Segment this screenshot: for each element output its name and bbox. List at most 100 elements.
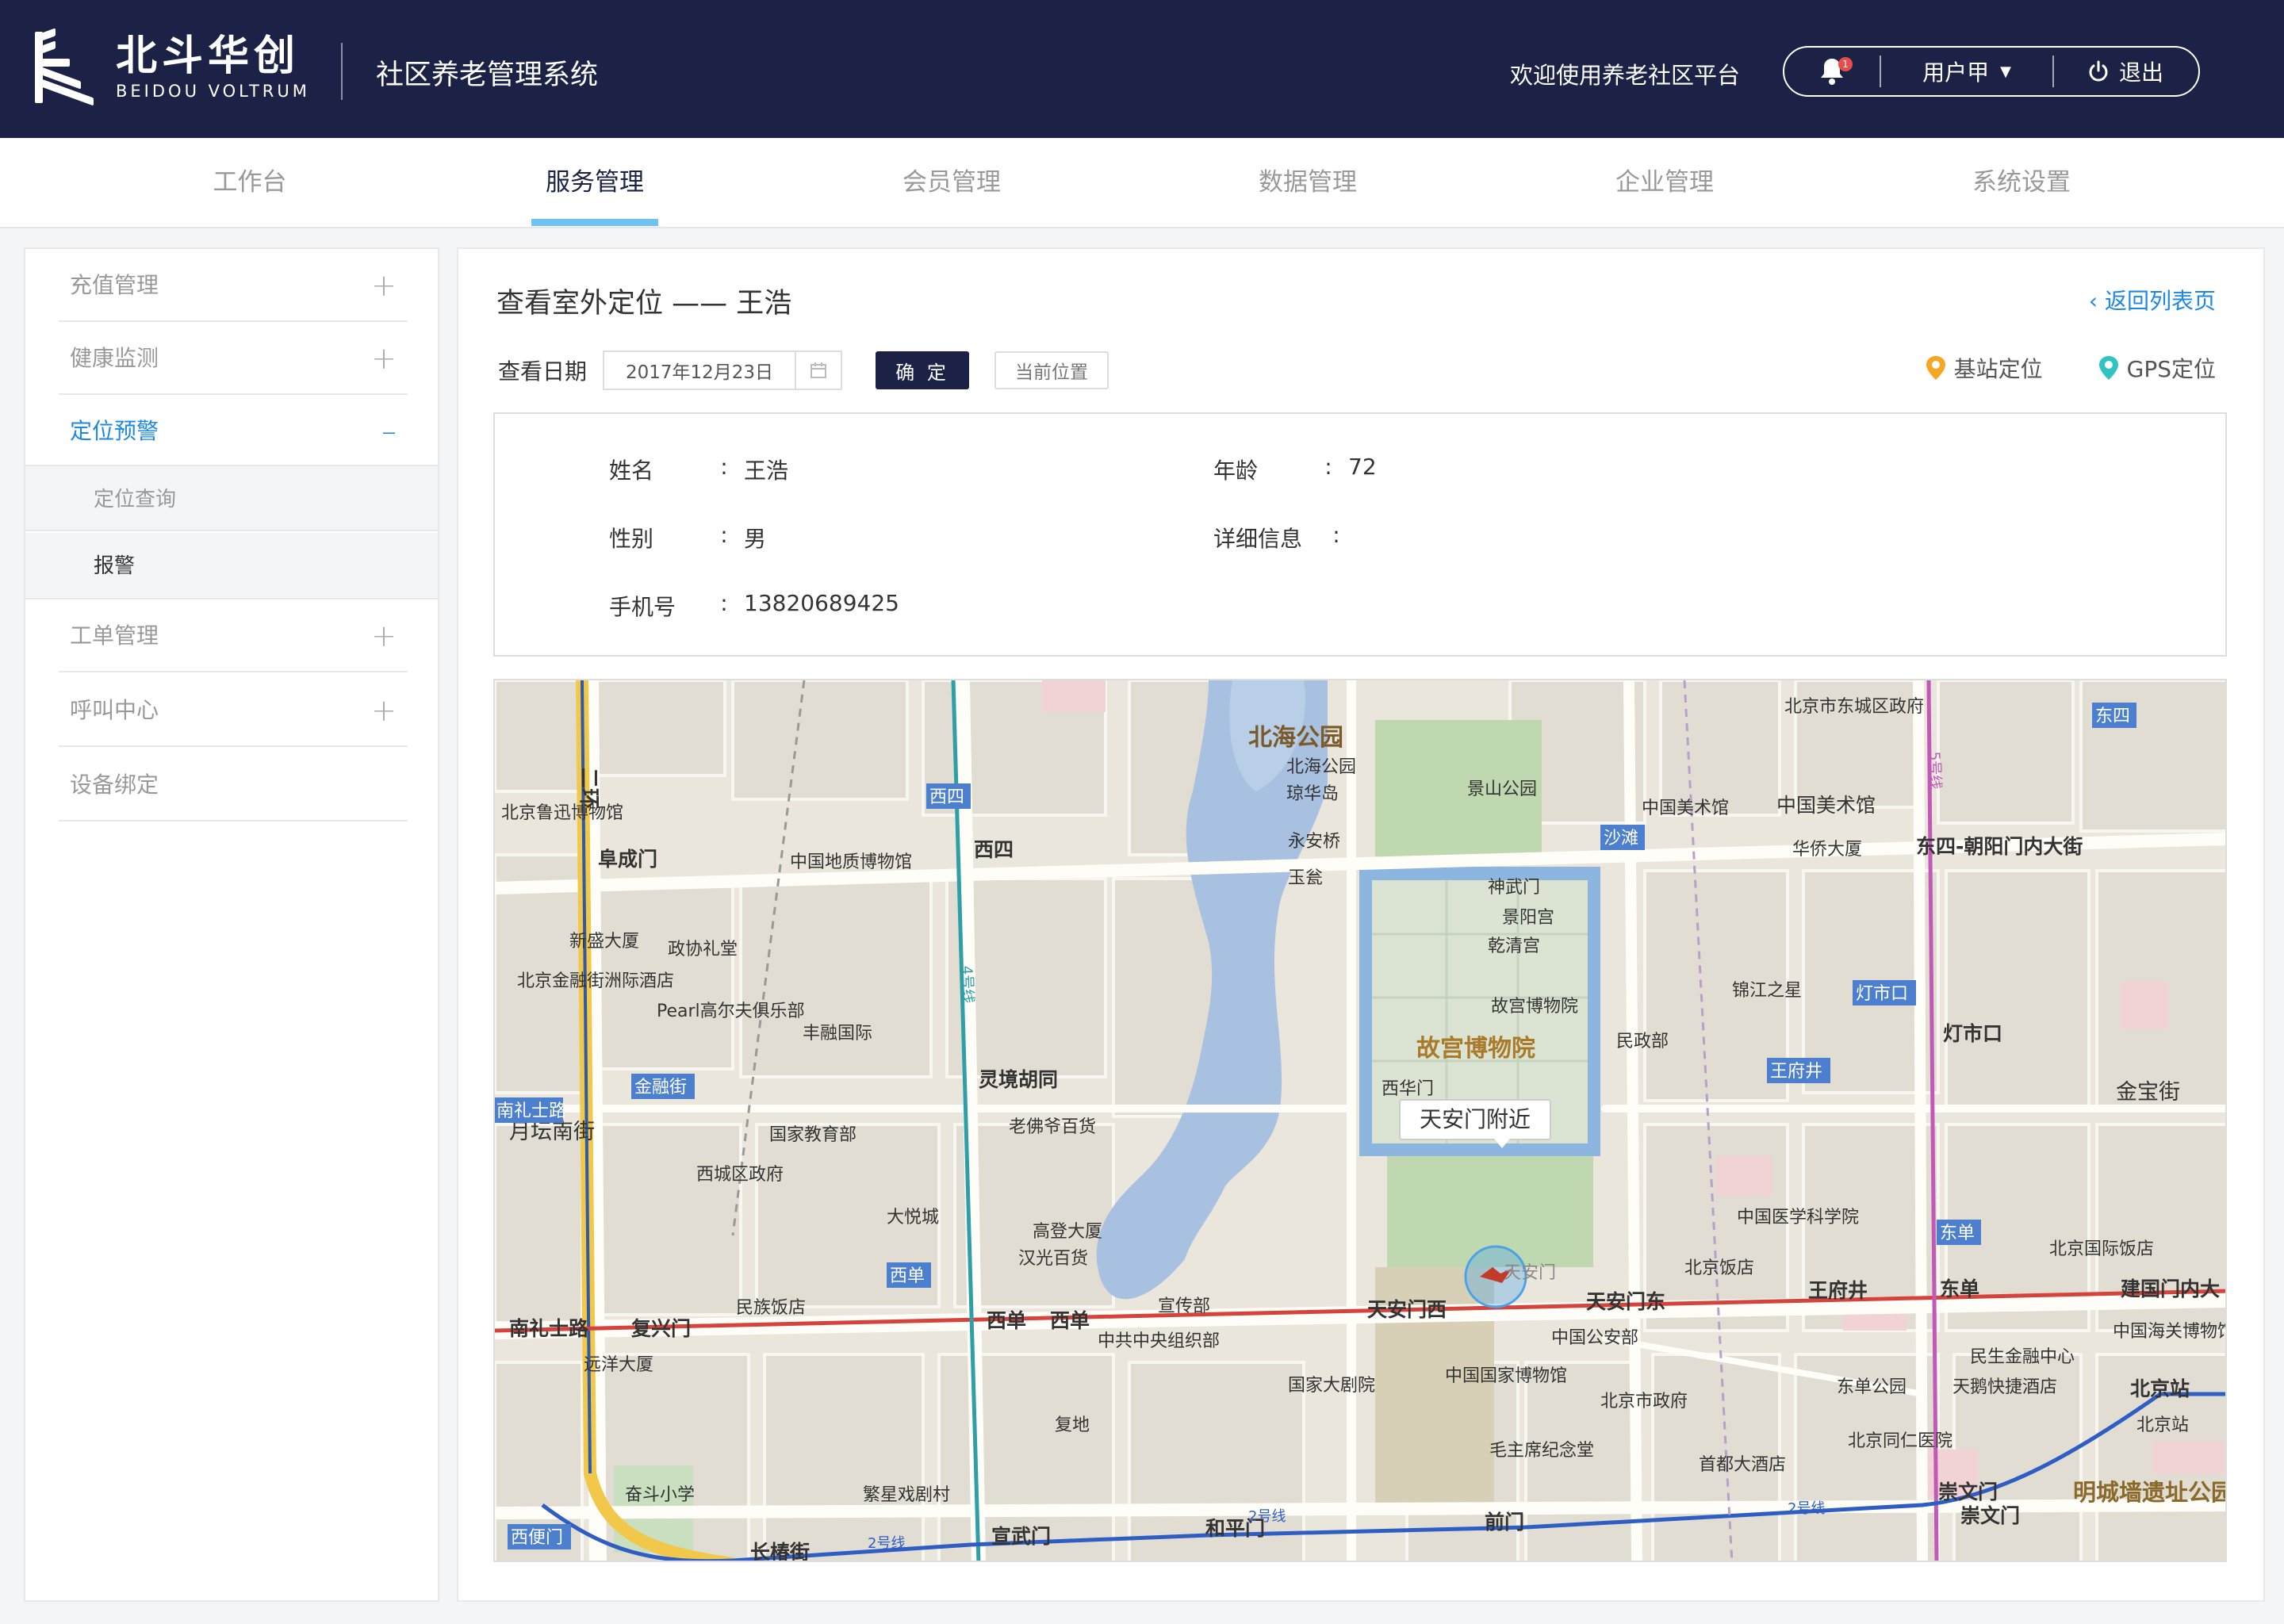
map-canvas[interactable]: 北海公园 故宫博物院 北海公园 琼华岛 永安桥 玉瓮 景山公园 神武门 景阳宫 … [495, 680, 2227, 1562]
map-label-qionghua: 琼华岛 [1286, 784, 1339, 804]
tab-system-settings[interactable]: 系统设置 [1843, 138, 2200, 228]
info-gender: 性别 : 男 [609, 522, 766, 553]
legend-base-station: 基站定位 [1926, 352, 2043, 384]
map-label-beijingfandian: 北京饭店 [1684, 1258, 1754, 1278]
map-label-shoudu: 首都大酒店 [1699, 1455, 1786, 1475]
date-picker[interactable]: 2017年12月23日 [603, 350, 843, 390]
map-tag-xisi: 西四 [929, 787, 964, 807]
back-to-list-link[interactable]: ‹ 返回列表页 [2089, 284, 2216, 316]
map-label-jingyang: 景阳宫 [1502, 908, 1554, 928]
brand-mark-icon [35, 28, 98, 106]
map-label-gaodeng: 高登大厦 [1033, 1222, 1102, 1242]
map-label-zhongzu: 中共中央组织部 [1098, 1331, 1220, 1351]
map-label-minsheng: 民生金融中心 [1970, 1347, 2075, 1367]
logout-button[interactable]: 退出 [2054, 48, 2197, 95]
info-value: 72 [1348, 454, 1377, 480]
sidebar-item-location-alert[interactable]: 定位预警 – [59, 395, 408, 468]
map-label-chongwenmen: 崇文门 [1938, 1480, 1998, 1503]
info-colon: : [1332, 522, 1340, 548]
map-label-fanxing: 繁星戏剧村 [863, 1485, 950, 1505]
map-tag-xibianmen: 西便门 [511, 1528, 563, 1548]
map-label-dengshikou: 灯市口 [1943, 1022, 2002, 1045]
chevron-down-icon: ▼ [2000, 63, 2011, 80]
map-tag-wangfujing: 王府井 [1770, 1062, 1822, 1082]
current-position-button[interactable]: 当前位置 [994, 351, 1109, 389]
back-link-label: 返回列表页 [2104, 288, 2216, 314]
map-label-xinsheng: 新盛大厦 [569, 932, 639, 952]
location-callout: 天安门附近 [1399, 1099, 1552, 1148]
notification-button[interactable]: 1 [1784, 48, 1880, 95]
map-label-xisi: 西四 [974, 838, 1014, 861]
map-tag-shatan: 沙滩 [1604, 829, 1638, 848]
map-label-meishuguan2: 中国美术馆 [1776, 794, 1876, 817]
info-age: 年龄 : 72 [1213, 454, 1377, 485]
map-label-changchun: 长椿街 [750, 1541, 810, 1562]
sidebar-item-device-binding[interactable]: 设备绑定 [59, 749, 408, 822]
map-label-beihai-poi: 北海公园 [1286, 757, 1356, 777]
info-value: 13820689425 [744, 590, 899, 616]
map-legend: 基站定位 GPS定位 [1870, 352, 2216, 384]
tab-workbench[interactable]: 工作台 [71, 138, 428, 228]
map-label-dizhi: 中国地质博物馆 [790, 852, 912, 872]
sidebar-item-label: 设备绑定 [70, 772, 159, 798]
calendar-icon[interactable] [795, 352, 841, 389]
user-name: 用户甲 [1922, 59, 1990, 86]
map-label-dongcheng: 北京市东城区政府 [1784, 697, 1924, 717]
main-panel: 查看室外定位 —— 王浩 ‹ 返回列表页 查看日期 2017年12月23日 确 … [457, 247, 2265, 1602]
map-label-yixueyuan: 中国医学科学院 [1737, 1208, 1859, 1228]
map-label-fuxingmen: 复兴门 [631, 1317, 691, 1340]
info-value: 王浩 [744, 458, 789, 484]
date-label: 查看日期 [498, 358, 588, 385]
map-label-luxun: 北京鲁迅博物馆 [501, 803, 623, 823]
map-tag-dongsi: 东四 [2095, 707, 2130, 726]
location-pin-orange-icon [1926, 356, 1945, 380]
map-label-nanlishilu: 南礼士路 [509, 1317, 589, 1340]
map-label-dongsi: 东四-朝阳门内大街 [1916, 835, 2083, 858]
user-panel: 1 用户甲 ▼ 退出 [1783, 46, 2200, 97]
map-label-fendou: 奋斗小学 [625, 1485, 695, 1505]
map-label-tongren: 北京同仁医院 [1848, 1431, 1953, 1451]
tab-data-management[interactable]: 数据管理 [1129, 138, 1486, 228]
map-label-jingshan: 景山公园 [1467, 779, 1537, 799]
system-title: 社区养老管理系统 [376, 59, 599, 91]
date-value: 2017年12月23日 [625, 362, 774, 383]
map-label-dongdan: 东单 [1940, 1277, 1979, 1300]
map-label-beihai: 北海公园 [1248, 724, 1343, 752]
notification-badge: 1 [1838, 57, 1853, 71]
map-label-xidan-metro: 西单 [1050, 1309, 1090, 1332]
map-label-beijingzhan: 北京站 [2130, 1377, 2190, 1400]
sidebar-item-call-center[interactable]: 呼叫中心 + [59, 674, 408, 747]
top-bar: 北斗华创 BEIDOU VOLTRUM 社区养老管理系统 欢迎使用养老社区平台 … [0, 0, 2284, 138]
tab-enterprise-management[interactable]: 企业管理 [1486, 138, 1843, 228]
sidebar-item-work-order[interactable]: 工单管理 + [59, 599, 408, 672]
map-label-line2-c: 2号线 [868, 1535, 905, 1552]
tab-service-management[interactable]: 服务管理 [416, 138, 773, 228]
confirm-button[interactable]: 确 定 [876, 351, 970, 389]
header-divider [341, 43, 343, 100]
map-label-fudi: 复地 [1055, 1415, 1090, 1435]
sidebar-subitem-alarm[interactable]: 报警 [25, 533, 438, 599]
map-label-wangfujing: 王府井 [1808, 1279, 1868, 1302]
map-label-pearl: Pearl高尔夫俱乐部 [657, 1002, 805, 1021]
map-label-gonganbu: 中国公安部 [1551, 1328, 1638, 1348]
minus-icon: – [381, 414, 397, 449]
sidebar-subitem-location-query[interactable]: 定位查询 [25, 465, 438, 531]
map-label-yuyu: 玉瓮 [1288, 868, 1323, 888]
map-label-xicheng: 西城区政府 [696, 1165, 784, 1185]
map-label-beijingzhan2: 北京站 [2136, 1415, 2189, 1435]
map-label-yongan: 永安桥 [1288, 832, 1340, 852]
map-label-lingjing: 灵境胡同 [979, 1068, 1058, 1091]
sidebar-item-health[interactable]: 健康监测 + [59, 322, 408, 395]
brand-name-en: BEIDOU VOLTRUM [116, 82, 310, 101]
page-title: 查看室外定位 —— 王浩 [496, 288, 792, 320]
map-label-jiaoyubu: 国家教育部 [769, 1125, 856, 1145]
sidebar-item-label: 呼叫中心 [70, 697, 159, 723]
map-view[interactable]: 北海公园 故宫博物院 北海公园 琼华岛 永安桥 玉瓮 景山公园 神武门 景阳宫 … [493, 679, 2227, 1562]
power-icon [2089, 60, 2108, 82]
tab-member-management[interactable]: 会员管理 [773, 138, 1130, 228]
map-label-ring2: 二环 [577, 768, 600, 809]
welcome-text: 欢迎使用养老社区平台 [1510, 62, 1741, 89]
map-tag-xidan: 西单 [890, 1266, 925, 1286]
user-menu[interactable]: 用户甲 ▼ [1881, 48, 2052, 95]
sidebar-item-recharge[interactable]: 充值管理 + [59, 249, 408, 322]
